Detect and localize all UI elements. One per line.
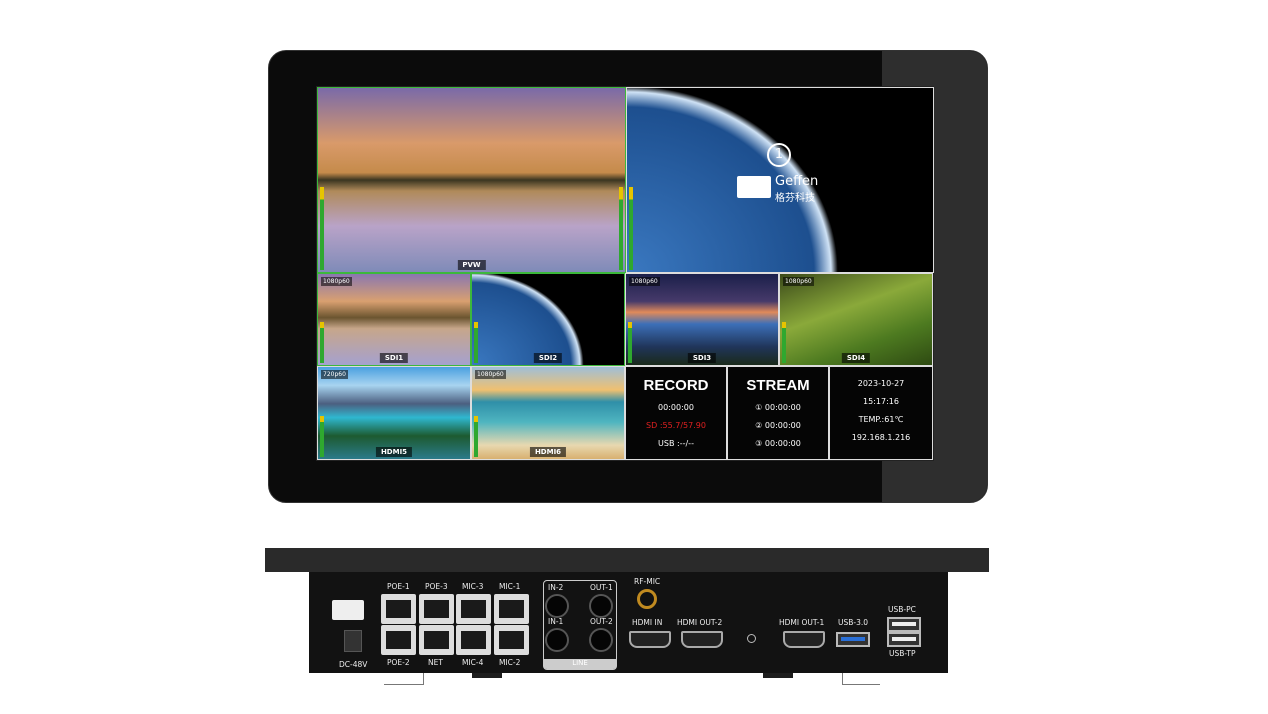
format-badge: 1080p60: [475, 370, 506, 379]
record-time: 00:00:00: [658, 403, 694, 412]
stream-2-time: ② 00:00:00: [755, 421, 801, 430]
port-label: HDMI IN: [632, 618, 663, 627]
rj45-port-mic3[interactable]: [456, 594, 491, 624]
program-tile[interactable]: 1 Geffen 格芬科技: [626, 87, 934, 273]
rj45-port-poe2[interactable]: [381, 625, 416, 655]
callout-line: [423, 673, 424, 685]
port-label: IN-2: [548, 583, 564, 592]
audio-meter: [629, 187, 633, 270]
hdmi-out-2-port[interactable]: [681, 631, 723, 648]
rj45-port-mic1[interactable]: [494, 594, 529, 624]
temperature: TEMP.:61℃: [858, 415, 904, 424]
rj45-port-poe3[interactable]: [419, 594, 454, 624]
format-badge: 1080p60: [321, 277, 352, 286]
rf-mic-connector[interactable]: [637, 589, 657, 609]
tile-label: SDI3: [687, 353, 717, 363]
port-label: USB-3.0: [838, 618, 869, 627]
record-panel: RECORD 00:00:00 SD :55.7/57.90 USB :--/-…: [625, 366, 727, 460]
format-badge: 1080p60: [783, 277, 814, 286]
callout-line: [842, 684, 880, 685]
usb-capacity: USB :--/--: [658, 439, 694, 448]
tile-label: HDMI6: [529, 447, 567, 457]
preview-tile[interactable]: PVW: [317, 87, 626, 273]
multiview-screen: PVW 1 Geffen 格芬科技 1080p60 SDI1 SDI2 1080…: [316, 86, 934, 461]
usb-3-port[interactable]: [836, 632, 870, 647]
date: 2023-10-27: [857, 379, 905, 388]
rj45-port-mic4[interactable]: [456, 625, 491, 655]
ip-address: 192.168.1.216: [851, 433, 911, 442]
port-label: MIC-1: [499, 582, 521, 591]
line-out-2-jack[interactable]: [589, 628, 613, 652]
format-badge: 1080p60: [629, 277, 660, 286]
port-label: MIC-4: [462, 658, 484, 667]
port-label: MIC-3: [462, 582, 484, 591]
status-panel: 2023-10-27 15:17:16 TEMP.:61℃ 192.168.1.…: [829, 366, 933, 460]
device-top-edge: [265, 548, 989, 572]
port-label: HDMI OUT-2: [677, 618, 723, 627]
source-tile-sdi1[interactable]: 1080p60 SDI1: [317, 273, 471, 366]
geffen-logo: [737, 176, 771, 198]
line-out-1-jack[interactable]: [589, 594, 613, 618]
device-foot: [472, 673, 502, 678]
rj45-port-mic2[interactable]: [494, 625, 529, 655]
port-label: OUT-2: [590, 617, 613, 626]
tile-label: PVW: [457, 260, 486, 270]
sd-capacity: SD :55.7/57.90: [646, 421, 706, 430]
port-label: HDMI OUT-1: [779, 618, 825, 627]
tile-label: SDI4: [841, 353, 871, 363]
tile-label: SDI1: [379, 353, 409, 363]
rj45-port-net[interactable]: [419, 625, 454, 655]
line-in-2-jack[interactable]: [545, 594, 569, 618]
audio-meter: [619, 187, 623, 270]
audio-meter: [320, 187, 324, 270]
callout-line: [842, 673, 843, 685]
channel-number: 1: [767, 143, 791, 167]
source-tile-hdmi6[interactable]: 1080p60 HDMI6: [471, 366, 625, 460]
port-label: MIC-2: [499, 658, 521, 667]
source-tile-sdi3[interactable]: 1080p60 SDI3: [625, 273, 779, 366]
source-tile-sdi2[interactable]: SDI2: [471, 273, 625, 366]
line-group-label: LINE: [543, 659, 617, 669]
line-in-1-jack[interactable]: [545, 628, 569, 652]
hdmi-out-1-port[interactable]: [783, 631, 825, 648]
usb-pc-port[interactable]: [887, 617, 921, 632]
source-tile-sdi4[interactable]: 1080p60 SDI4: [779, 273, 933, 366]
hdmi-in-port[interactable]: [629, 631, 671, 648]
callout-line: [384, 684, 424, 685]
port-label: NET: [428, 658, 443, 667]
source-tile-hdmi5[interactable]: 720p60 HDMI5: [317, 366, 471, 460]
port-label: POE-2: [387, 658, 410, 667]
port-label: OUT-1: [590, 583, 613, 592]
rj45-port-poe1[interactable]: [381, 594, 416, 624]
stream-1-time: ① 00:00:00: [755, 403, 801, 412]
stream-panel: STREAM ① 00:00:00 ② 00:00:00 ③ 00:00:00: [727, 366, 829, 460]
rear-panel: DC-48V POE-1 POE-3 MIC-3 MIC-1 POE-2 NET…: [309, 572, 948, 673]
stream-title: STREAM: [746, 377, 810, 394]
device-foot: [763, 673, 793, 678]
brand-name: Geffen: [775, 174, 819, 189]
port-label: POE-3: [425, 582, 448, 591]
stream-3-time: ③ 00:00:00: [755, 439, 801, 448]
brand-name-cn: 格芬科技: [775, 193, 815, 204]
record-title: RECORD: [643, 377, 709, 394]
port-label: USB-TP: [889, 649, 916, 658]
power-jack[interactable]: [344, 630, 362, 652]
port-label: IN-1: [548, 617, 564, 626]
geffen-logo: [332, 600, 364, 620]
format-badge: 720p60: [321, 370, 348, 379]
port-label: POE-1: [387, 582, 410, 591]
tile-label: HDMI5: [375, 447, 413, 457]
reset-button[interactable]: [747, 634, 756, 643]
usb-tp-port[interactable]: [887, 632, 921, 647]
clock: 15:17:16: [863, 397, 899, 406]
port-label: RF-MIC: [634, 577, 661, 586]
power-label: DC-48V: [339, 660, 368, 669]
port-label: USB-PC: [888, 605, 916, 614]
tile-label: SDI2: [533, 353, 563, 363]
